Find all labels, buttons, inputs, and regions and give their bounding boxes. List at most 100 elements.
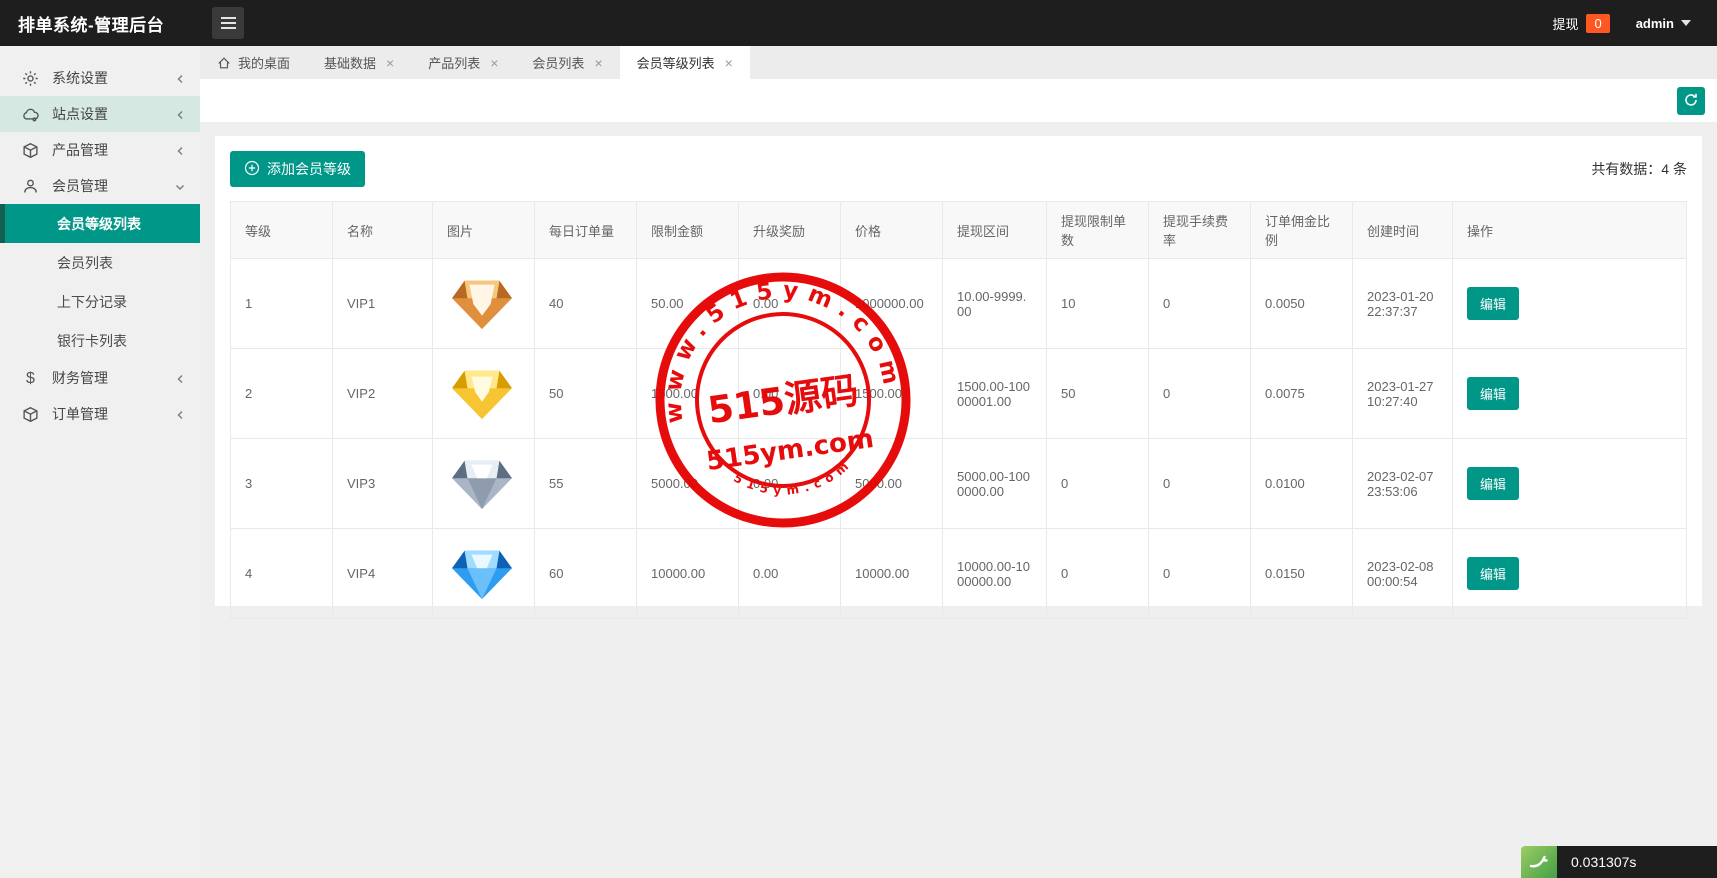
close-icon[interactable]: × (490, 56, 498, 70)
col-actions: 操作 (1453, 202, 1687, 259)
sidebar-subitem-label: 上下分记录 (57, 292, 127, 312)
cell-withdraw-range: 10.00-9999.00 (943, 259, 1047, 349)
cell-image (433, 529, 535, 619)
close-icon[interactable]: × (594, 56, 602, 70)
silver-diamond-image (447, 455, 517, 513)
hamburger-icon (221, 17, 236, 19)
sidebar-item-member-list[interactable]: 会员列表 (0, 243, 200, 282)
tab-label: 产品列表 (428, 53, 480, 72)
trace-toggle-icon[interactable] (1521, 846, 1557, 878)
cell-withdraw-range: 1500.00-10000001.00 (943, 349, 1047, 439)
cell-withdraw-fee: 0 (1149, 259, 1251, 349)
member-level-card: 添加会员等级 共有数据：4 条 等级 名称 图片 每日订单量 限制金额 升级奖励… (215, 136, 1702, 606)
cell-commission: 0.0075 (1251, 349, 1353, 439)
sidebar: 系统设置 站点设置 产品管理 (0, 46, 200, 874)
plus-circle-icon (244, 160, 260, 179)
cloud-icon (22, 106, 39, 123)
menu-toggle-button[interactable] (212, 7, 244, 39)
close-icon[interactable]: × (725, 56, 733, 70)
cell-actions: 编辑 (1453, 349, 1687, 439)
cell-level: 2 (231, 349, 333, 439)
sidebar-item-bank-card-list[interactable]: 银行卡列表 (0, 321, 200, 360)
chevron-down-icon (174, 180, 186, 192)
col-daily-orders: 每日订单量 (535, 202, 637, 259)
sidebar-subitem-label: 会员列表 (57, 253, 113, 273)
cell-withdraw-fee: 0 (1149, 349, 1251, 439)
cell-created: 2023-01-27 10:27:40 (1353, 349, 1453, 439)
cell-daily-orders: 60 (535, 529, 637, 619)
col-image: 图片 (433, 202, 535, 259)
cell-price: 5000.00 (841, 439, 943, 529)
box-icon (22, 406, 39, 423)
cell-commission: 0.0050 (1251, 259, 1353, 349)
table-row: 1 VIP1 40 50.00 0.00 1000000.00 10.00-99… (231, 259, 1687, 349)
cell-actions: 编辑 (1453, 259, 1687, 349)
cell-level: 4 (231, 529, 333, 619)
sidebar-item-label: 订单管理 (52, 404, 174, 424)
sidebar-subitem-label: 银行卡列表 (57, 331, 127, 351)
sidebar-item-label: 产品管理 (52, 140, 174, 160)
sidebar-item-product-management[interactable]: 产品管理 (0, 132, 200, 168)
sidebar-item-label: 站点设置 (52, 104, 174, 124)
sidebar-item-member-management[interactable]: 会员管理 (0, 168, 200, 204)
tab-my-desktop[interactable]: 我的桌面 (200, 46, 307, 79)
user-menu[interactable]: admin (1636, 16, 1691, 31)
cell-image (433, 259, 535, 349)
cell-commission: 0.0150 (1251, 529, 1353, 619)
cell-level: 1 (231, 259, 333, 349)
sidebar-item-system-settings[interactable]: 系统设置 (0, 60, 200, 96)
cell-withdraw-fee: 0 (1149, 529, 1251, 619)
table-row: 4 VIP4 60 10000.00 0.00 10000.00 1 (231, 529, 1687, 619)
withdraw-menu[interactable]: 提现 0 (1552, 14, 1609, 33)
cell-withdraw-limit: 0 (1047, 529, 1149, 619)
orange-diamond-image (447, 275, 517, 333)
cell-upgrade-reward: 0.00 (739, 529, 841, 619)
tab-basic-data[interactable]: 基础数据 × (307, 46, 411, 79)
tab-product-list[interactable]: 产品列表 × (411, 46, 515, 79)
edit-button[interactable]: 编辑 (1467, 557, 1519, 590)
blue-diamond-image (447, 545, 517, 603)
cell-upgrade-reward: 0.00 (739, 439, 841, 529)
cell-daily-orders: 50 (535, 349, 637, 439)
sidebar-item-order-management[interactable]: 订单管理 (0, 396, 200, 432)
edit-button[interactable]: 编辑 (1467, 377, 1519, 410)
gold-diamond-image (447, 365, 517, 423)
member-level-table: 等级 名称 图片 每日订单量 限制金额 升级奖励 价格 提现区间 提现限制单数 … (230, 201, 1687, 619)
sidebar-item-member-level-list[interactable]: 会员等级列表 (0, 204, 200, 243)
edit-button[interactable]: 编辑 (1467, 287, 1519, 320)
cell-daily-orders: 40 (535, 259, 637, 349)
cell-withdraw-limit: 50 (1047, 349, 1149, 439)
cell-created: 2023-01-20 22:37:37 (1353, 259, 1453, 349)
trace-time-box: 0.031307s (1557, 846, 1717, 878)
app-title: 排单系统-管理后台 (0, 11, 200, 36)
chevron-left-icon (174, 72, 186, 84)
tab-member-list[interactable]: 会员列表 × (515, 46, 619, 79)
tabbar: 我的桌面 基础数据 × 产品列表 × 会员列表 × 会员等级列表 × (200, 46, 1717, 79)
cell-daily-orders: 55 (535, 439, 637, 529)
close-icon[interactable]: × (386, 56, 394, 70)
cell-name: VIP4 (333, 529, 433, 619)
add-member-level-button[interactable]: 添加会员等级 (230, 151, 365, 187)
cell-upgrade-reward: 0.00 (739, 259, 841, 349)
dollar-icon: $ (22, 370, 39, 387)
col-commission: 订单佣金比例 (1251, 202, 1353, 259)
sidebar-item-finance-management[interactable]: $ 财务管理 (0, 360, 200, 396)
table-row: 3 VIP3 55 5000.00 0.00 5000.00 500 (231, 439, 1687, 529)
cell-created: 2023-02-07 23:53:06 (1353, 439, 1453, 529)
user-icon (22, 178, 39, 195)
cell-name: VIP1 (333, 259, 433, 349)
refresh-button[interactable] (1677, 87, 1705, 115)
edit-button[interactable]: 编辑 (1467, 467, 1519, 500)
username: admin (1636, 16, 1674, 31)
tab-member-level-list[interactable]: 会员等级列表 × (620, 46, 750, 79)
sidebar-item-score-records[interactable]: 上下分记录 (0, 282, 200, 321)
cell-image (433, 439, 535, 529)
box-icon (22, 142, 39, 159)
total-count-text: 共有数据：4 条 (1591, 159, 1687, 179)
add-button-label: 添加会员等级 (267, 159, 351, 179)
sidebar-item-site-settings[interactable]: 站点设置 (0, 96, 200, 132)
col-withdraw-limit: 提现限制单数 (1047, 202, 1149, 259)
col-withdraw-range: 提现区间 (943, 202, 1047, 259)
cell-name: VIP2 (333, 349, 433, 439)
cell-withdraw-range: 5000.00-1000000.00 (943, 439, 1047, 529)
